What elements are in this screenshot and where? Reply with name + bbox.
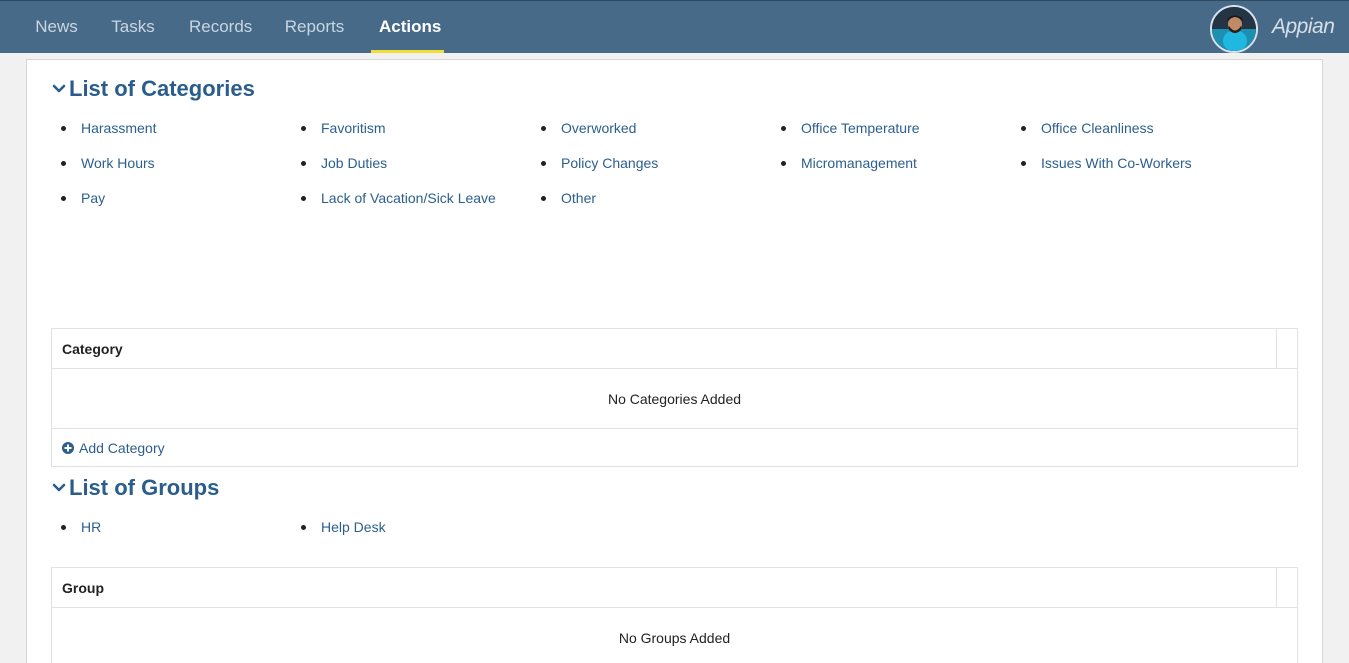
group-link-hr[interactable]: HR	[61, 519, 101, 535]
category-link-other[interactable]: Other	[541, 190, 596, 206]
category-link-lack-of-vacation[interactable]: Lack of Vacation/Sick Leave	[301, 190, 496, 206]
groups-section-title: List of Groups	[69, 475, 220, 500]
tab-reports[interactable]: Reports	[284, 1, 345, 53]
category-link-policy-changes[interactable]: Policy Changes	[541, 155, 658, 171]
group-link-help-desk[interactable]: Help Desk	[301, 519, 386, 535]
category-link-overworked[interactable]: Overworked	[541, 120, 636, 136]
category-link-office-temperature[interactable]: Office Temperature	[781, 120, 920, 136]
add-category-label: Add Category	[79, 439, 165, 456]
category-link-work-hours[interactable]: Work Hours	[61, 155, 155, 171]
plus-circle-icon	[62, 441, 74, 454]
user-avatar[interactable]	[1210, 5, 1258, 53]
tab-tasks[interactable]: Tasks	[111, 1, 155, 53]
group-grid: Group No Groups Added	[51, 567, 1298, 663]
add-category-link[interactable]: Add Category	[52, 429, 1297, 466]
user-photo-icon	[1212, 7, 1256, 51]
group-grid-header: Group	[52, 568, 1297, 608]
category-link-harassment[interactable]: Harassment	[61, 120, 156, 136]
top-nav-bar: News Tasks Records Reports Actions Appia…	[0, 0, 1349, 53]
groups-section-toggle[interactable]: List of Groups	[51, 475, 219, 501]
category-link-issues-with-co-workers[interactable]: Issues With Co-Workers	[1021, 155, 1192, 171]
category-grid-header: Category	[52, 329, 1297, 369]
category-link-office-cleanliness[interactable]: Office Cleanliness	[1021, 120, 1154, 136]
tab-records[interactable]: Records	[189, 1, 252, 53]
category-link-job-duties[interactable]: Job Duties	[301, 155, 387, 171]
category-column-header[interactable]: Category	[62, 341, 123, 357]
category-link-favoritism[interactable]: Favoritism	[301, 120, 386, 136]
category-link-micromanagement[interactable]: Micromanagement	[781, 155, 917, 171]
tab-news[interactable]: News	[35, 1, 78, 53]
category-grid-empty-message: No Categories Added	[52, 369, 1297, 429]
chevron-down-icon	[52, 483, 66, 492]
group-column-header[interactable]: Group	[62, 580, 104, 596]
group-grid-empty-message: No Groups Added	[52, 608, 1297, 663]
categories-section-toggle[interactable]: List of Categories	[51, 76, 255, 102]
category-link-pay[interactable]: Pay	[61, 190, 105, 206]
chevron-down-icon	[52, 84, 66, 93]
tab-actions[interactable]: Actions	[371, 1, 444, 53]
categories-section-title: List of Categories	[69, 76, 255, 101]
category-grid: Category No Categories Added Add Categor…	[51, 328, 1298, 467]
appian-logo[interactable]: Appian	[1272, 1, 1335, 53]
